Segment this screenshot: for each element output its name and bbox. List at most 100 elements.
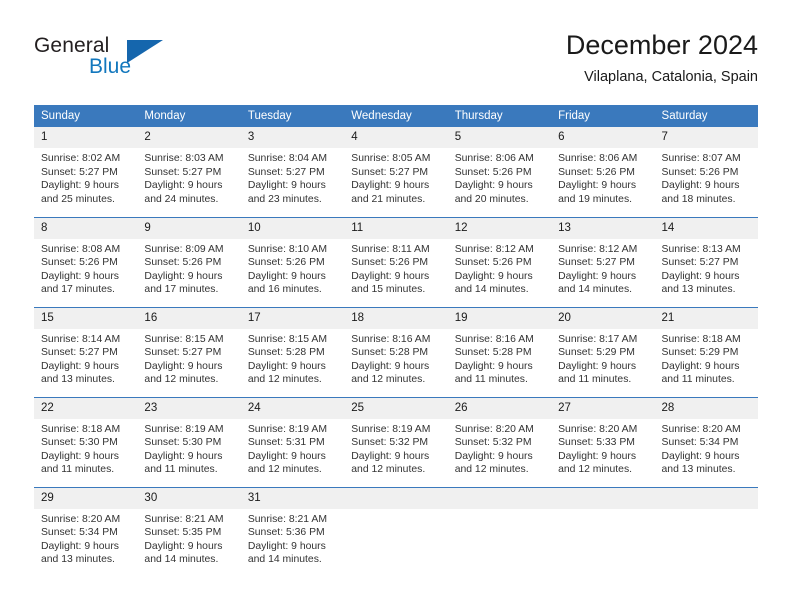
sunset-text: Sunset: 5:26 PM [661, 166, 739, 178]
calendar-body: 1 Sunrise: 8:02 AM Sunset: 5:27 PM Daylight… [34, 127, 758, 577]
calendar-day-cell[interactable]: 9 Sunrise: 8:09 AM Sunset: 5:26 PM Daylight… [137, 216, 241, 307]
sunrise-text: Sunrise: 8:12 AM [558, 243, 638, 255]
calendar-day-cell[interactable]: 26 Sunrise: 8:20 AM Sunset: 5:32 PM Dayligh… [447, 396, 552, 487]
daylight-text-line1: Daylight: 9 hours [454, 180, 533, 192]
sunset-text: Sunset: 5:36 PM [247, 527, 325, 539]
calendar-day-cell[interactable]: 2 Sunrise: 8:03 AM Sunset: 5:27 PM Daylight… [137, 127, 241, 217]
triangle-icon [127, 40, 163, 63]
daylight-text-line1: Daylight: 9 hours [41, 270, 119, 282]
calendar-day-cell[interactable]: 1 Sunrise: 8:02 AM Sunset: 5:27 PM Daylight… [34, 127, 138, 217]
day-number: 3 [240, 127, 345, 148]
day-details: Sunrise: 8:21 AM Sunset: 5:35 PM Daylight:… [137, 509, 240, 567]
calendar-day-cell[interactable]: 10 Sunrise: 8:10 AM Sunset: 5:26 PM Dayligh… [240, 216, 345, 307]
calendar-day-cell[interactable]: 20 Sunrise: 8:17 AM Sunset: 5:29 PM Dayligh… [551, 306, 655, 397]
day-details: Sunrise: 8:15 AM Sunset: 5:27 PM Daylight:… [137, 329, 240, 387]
sunrise-text: Sunrise: 8:16 AM [351, 333, 431, 345]
calendar-day-cell[interactable]: 19 Sunrise: 8:16 AM Sunset: 5:28 PM Dayligh… [447, 306, 552, 397]
day-details: Sunrise: 8:16 AM Sunset: 5:28 PM Daylight:… [344, 329, 447, 387]
day-number: 21 [654, 307, 758, 329]
calendar-table: Sunday Monday Tuesday Wednesday Thursday… [34, 105, 758, 577]
day-number: 10 [240, 217, 345, 239]
calendar-day-cell[interactable]: 5 Sunrise: 8:06 AM Sunset: 5:26 PM Daylight… [447, 127, 552, 217]
weekday-header-tuesday: Tuesday [240, 105, 345, 127]
sunrise-text: Sunrise: 8:19 AM [247, 423, 327, 435]
sunrise-text: Sunrise: 8:12 AM [454, 243, 534, 255]
calendar-day-cell[interactable]: 17 Sunrise: 8:15 AM Sunset: 5:28 PM Dayligh… [240, 306, 345, 397]
sunrise-text: Sunrise: 8:10 AM [247, 243, 327, 255]
day-details: Sunrise: 8:18 AM Sunset: 5:29 PM Daylight:… [655, 329, 758, 387]
day-number: 16 [137, 307, 241, 329]
day-details: Sunrise: 8:19 AM Sunset: 5:32 PM Daylight:… [344, 419, 447, 477]
title-block: December 2024 Vilaplana, Catalonia, Spai… [566, 28, 758, 88]
weekday-header-monday: Monday [137, 105, 241, 127]
day-number: 5 [447, 127, 552, 148]
daylight-text-line2: and 24 minutes. [144, 193, 219, 205]
daylight-text-line1: Daylight: 9 hours [661, 180, 740, 192]
sunrise-text: Sunrise: 8:02 AM [41, 153, 121, 164]
sunset-text: Sunset: 5:31 PM [247, 437, 325, 449]
calendar-day-cell[interactable]: 11 Sunrise: 8:11 AM Sunset: 5:26 PM Dayligh… [344, 216, 448, 307]
calendar-day-cell[interactable]: 25 Sunrise: 8:19 AM Sunset: 5:32 PM Dayligh… [344, 396, 448, 487]
sunrise-text: Sunrise: 8:19 AM [351, 423, 431, 435]
day-number [447, 487, 552, 509]
calendar-week-row: 8 Sunrise: 8:08 AM Sunset: 5:26 PM Daylight… [34, 216, 758, 307]
sunset-text: Sunset: 5:29 PM [558, 347, 635, 359]
calendar-day-cell[interactable]: 29 Sunrise: 8:20 AM Sunset: 5:34 PM Dayligh… [34, 486, 138, 577]
sunrise-text: Sunrise: 8:06 AM [558, 153, 638, 164]
calendar-day-cell-empty [344, 486, 448, 577]
calendar-day-cell[interactable]: 12 Sunrise: 8:12 AM Sunset: 5:26 PM Dayligh… [447, 216, 552, 307]
day-number: 12 [447, 217, 552, 239]
day-details: Sunrise: 8:10 AM Sunset: 5:26 PM Daylight:… [241, 239, 344, 297]
calendar-day-cell[interactable]: 15 Sunrise: 8:14 AM Sunset: 5:27 PM Dayligh… [34, 306, 138, 397]
weekday-header-friday: Friday [551, 105, 655, 127]
daylight-text-line1: Daylight: 9 hours [558, 270, 637, 282]
sunset-text: Sunset: 5:32 PM [454, 437, 532, 449]
daylight-text-line2: and 12 minutes. [144, 374, 219, 386]
calendar-day-cell[interactable]: 3 Sunrise: 8:04 AM Sunset: 5:27 PM Daylight… [240, 127, 345, 217]
daylight-text-line1: Daylight: 9 hours [661, 270, 740, 282]
sunrise-text: Sunrise: 8:20 AM [661, 423, 741, 435]
sunrise-text: Sunrise: 8:13 AM [661, 243, 741, 255]
calendar-day-cell[interactable]: 7 Sunrise: 8:07 AM Sunset: 5:26 PM Daylight… [654, 127, 758, 217]
day-details: Sunrise: 8:12 AM Sunset: 5:26 PM Daylight:… [448, 239, 551, 297]
calendar-day-cell[interactable]: 16 Sunrise: 8:15 AM Sunset: 5:27 PM Dayligh… [137, 306, 241, 397]
day-details: Sunrise: 8:04 AM Sunset: 5:27 PM Daylight:… [241, 148, 344, 206]
calendar-day-cell[interactable]: 30 Sunrise: 8:21 AM Sunset: 5:35 PM Dayligh… [137, 486, 241, 577]
sunrise-text: Sunrise: 8:04 AM [247, 153, 327, 164]
sunset-text: Sunset: 5:26 PM [351, 257, 429, 269]
daylight-text-line1: Daylight: 9 hours [247, 270, 326, 282]
sunrise-text: Sunrise: 8:19 AM [144, 423, 224, 435]
sunset-text: Sunset: 5:28 PM [351, 347, 429, 359]
weekday-header-sunday: Sunday [34, 105, 138, 127]
sunset-text: Sunset: 5:33 PM [558, 437, 635, 449]
sunrise-text: Sunrise: 8:15 AM [247, 333, 327, 345]
calendar-day-cell[interactable]: 14 Sunrise: 8:13 AM Sunset: 5:27 PM Dayligh… [654, 216, 758, 307]
calendar-day-cell[interactable]: 31 Sunrise: 8:21 AM Sunset: 5:36 PM Dayligh… [240, 486, 345, 577]
daylight-text-line2: and 17 minutes. [41, 284, 115, 296]
sunset-text: Sunset: 5:27 PM [41, 166, 118, 178]
daylight-text-line1: Daylight: 9 hours [41, 180, 119, 192]
daylight-text-line2: and 25 minutes. [41, 193, 115, 205]
brand-logo[interactable]: General Blue [34, 34, 174, 84]
calendar-day-cell[interactable]: 21 Sunrise: 8:18 AM Sunset: 5:29 PM Dayligh… [654, 306, 758, 397]
sunset-text: Sunset: 5:30 PM [41, 437, 118, 449]
calendar-day-cell[interactable]: 8 Sunrise: 8:08 AM Sunset: 5:26 PM Daylight… [34, 216, 138, 307]
day-details: Sunrise: 8:15 AM Sunset: 5:28 PM Daylight:… [241, 329, 344, 387]
calendar-day-cell[interactable]: 4 Sunrise: 8:05 AM Sunset: 5:27 PM Daylight… [344, 127, 448, 217]
daylight-text-line2: and 12 minutes. [247, 374, 322, 386]
calendar-day-cell[interactable]: 27 Sunrise: 8:20 AM Sunset: 5:33 PM Dayligh… [551, 396, 655, 487]
calendar-day-cell[interactable]: 13 Sunrise: 8:12 AM Sunset: 5:27 PM Dayligh… [551, 216, 655, 307]
calendar-day-cell[interactable]: 23 Sunrise: 8:19 AM Sunset: 5:30 PM Dayligh… [137, 396, 241, 487]
calendar-day-cell[interactable]: 22 Sunrise: 8:18 AM Sunset: 5:30 PM Dayligh… [34, 396, 138, 487]
calendar-day-cell[interactable]: 24 Sunrise: 8:19 AM Sunset: 5:31 PM Dayligh… [240, 396, 345, 487]
day-details: Sunrise: 8:05 AM Sunset: 5:27 PM Daylight:… [344, 148, 447, 206]
day-details: Sunrise: 8:21 AM Sunset: 5:36 PM Daylight:… [241, 509, 344, 567]
calendar-day-cell[interactable]: 18 Sunrise: 8:16 AM Sunset: 5:28 PM Dayligh… [344, 306, 448, 397]
calendar-day-cell[interactable]: 6 Sunrise: 8:06 AM Sunset: 5:26 PM Daylight… [551, 127, 655, 217]
sunset-text: Sunset: 5:34 PM [661, 437, 739, 449]
day-number: 20 [551, 307, 655, 329]
daylight-text-line1: Daylight: 9 hours [247, 180, 326, 192]
calendar-day-cell[interactable]: 28 Sunrise: 8:20 AM Sunset: 5:34 PM Dayligh… [654, 396, 758, 487]
day-details: Sunrise: 8:19 AM Sunset: 5:30 PM Daylight:… [137, 419, 240, 477]
day-number: 24 [240, 397, 345, 419]
